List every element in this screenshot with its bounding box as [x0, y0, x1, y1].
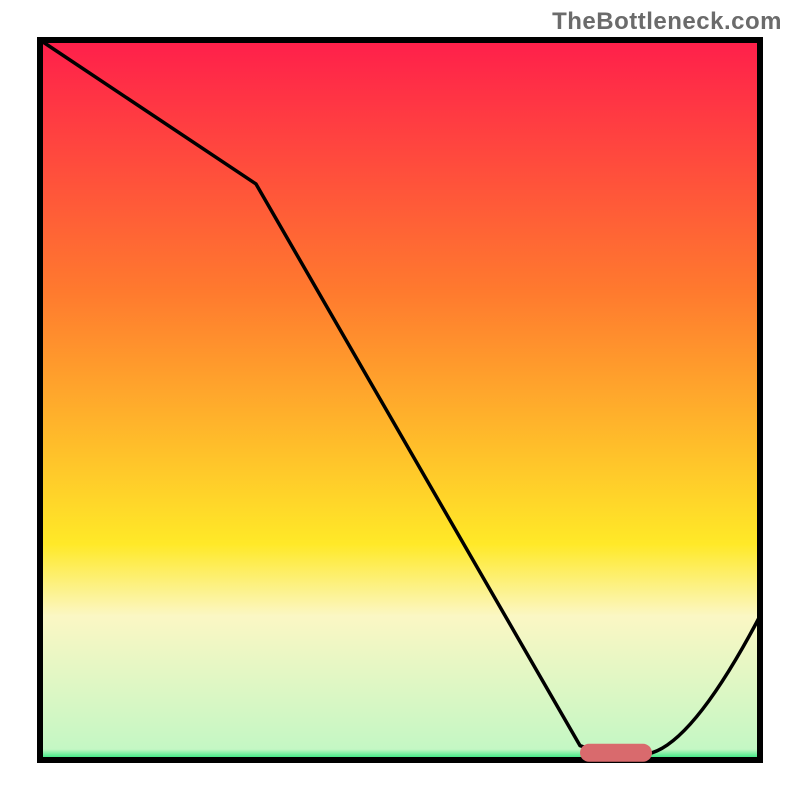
optimal-zone-marker	[580, 744, 652, 762]
chart-container: TheBottleneck.com	[0, 0, 800, 800]
bottleneck-chart	[0, 0, 800, 800]
plot-background	[40, 40, 760, 760]
